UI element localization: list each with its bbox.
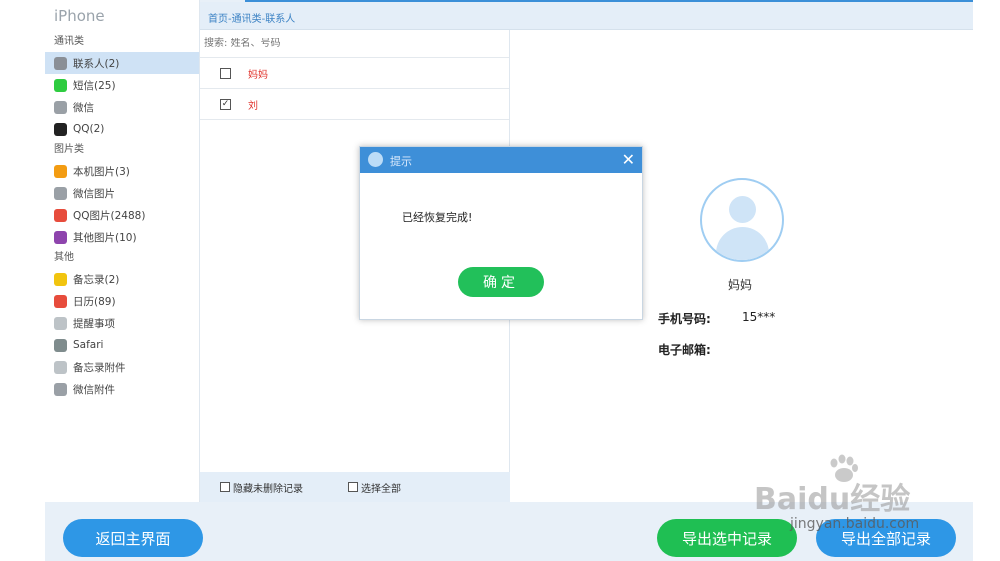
watermark-text: Baidu经验 xyxy=(754,482,911,517)
other-photos-icon xyxy=(54,230,67,244)
wechat-attachment-icon xyxy=(54,382,67,396)
breadcrumb-bar: 首页-通讯类-联系人 xyxy=(200,2,973,30)
sidebar-group-title: 图片类 xyxy=(54,144,84,155)
sidebar-item-label: 微信附件 xyxy=(73,383,115,396)
sidebar-item[interactable]: 联系人(2) xyxy=(45,52,199,74)
sidebar: iPhone 通讯类联系人(2) 短信(25) 微信 QQ(2) 图片类本机图片(3) 微… xyxy=(45,0,200,502)
sidebar-item[interactable]: 微信图片 xyxy=(45,182,199,204)
sidebar-item[interactable]: 本机图片(3) xyxy=(45,160,199,182)
sidebar-item-label: 微信图片 xyxy=(73,187,115,200)
sidebar-item[interactable]: 提醒事项 xyxy=(45,312,199,334)
sidebar-item-label: 微信 xyxy=(73,101,94,114)
sidebar-item[interactable]: Safari xyxy=(45,334,199,356)
row-checkbox[interactable] xyxy=(220,67,231,79)
photos-icon xyxy=(54,164,67,178)
sms-icon xyxy=(54,78,67,92)
sidebar-item-label: 备忘录附件 xyxy=(73,361,126,374)
avatar-head-shape xyxy=(729,196,756,223)
reminders-icon xyxy=(54,316,67,330)
dialog-titlebar: 提示 ✕ xyxy=(360,147,642,173)
breadcrumb[interactable]: 首页-通讯类-联系人 xyxy=(208,10,295,25)
sidebar-item-label: 短信(25) xyxy=(73,79,116,92)
safari-icon xyxy=(54,338,67,352)
sidebar-item-label: 本机图片(3) xyxy=(73,165,130,178)
sidebar-item-label: QQ图片(2488) xyxy=(73,209,146,222)
row-checkbox[interactable]: ✓ xyxy=(220,98,231,110)
dialog-message: 已经恢复完成! xyxy=(402,211,473,224)
sidebar-item[interactable]: QQ(2) xyxy=(45,118,199,140)
calendar-icon xyxy=(54,294,67,308)
select-all-checkbox[interactable] xyxy=(348,482,358,492)
sidebar-group-title: 通讯类 xyxy=(54,36,84,47)
sidebar-item[interactable]: 微信 xyxy=(45,96,199,118)
sidebar-item[interactable]: 备忘录(2) xyxy=(45,268,199,290)
sidebar-item[interactable]: 备忘录附件 xyxy=(45,356,199,378)
notes-attachment-icon xyxy=(54,360,67,374)
select-all-option[interactable]: 选择全部 xyxy=(348,480,401,495)
sidebar-item[interactable]: 短信(25) xyxy=(45,74,199,96)
hide-undeleted-option[interactable]: 隐藏未删除记录 xyxy=(220,480,303,495)
hide-undeleted-checkbox[interactable] xyxy=(220,482,230,492)
select-all-label: 选择全部 xyxy=(361,483,401,495)
baidu-watermark: Baidu经验 jingyan.baidu.com xyxy=(754,454,954,550)
contacts-icon xyxy=(54,56,67,70)
wechat-photos-icon xyxy=(54,186,67,200)
list-footer: 隐藏未删除记录 选择全部 xyxy=(200,472,510,502)
avatar xyxy=(700,178,784,262)
sidebar-item-label: 备忘录(2) xyxy=(73,273,120,286)
back-to-main-button[interactable]: 返回主界面 xyxy=(63,519,203,557)
sidebar-group-title: 其他 xyxy=(54,252,74,263)
sidebar-item-label: QQ(2) xyxy=(73,123,105,135)
contact-list-name: 妈妈 xyxy=(248,69,268,81)
app-logo-icon xyxy=(368,152,383,167)
qq-penguin-icon xyxy=(54,122,67,136)
contact-name: 妈妈 xyxy=(728,278,753,292)
qq-photos-icon xyxy=(54,208,67,222)
avatar-body-shape xyxy=(716,227,769,260)
sidebar-item[interactable]: 微信附件 xyxy=(45,378,199,400)
sidebar-item[interactable]: 日历(89) xyxy=(45,290,199,312)
sidebar-item-label: 其他图片(10) xyxy=(73,231,137,244)
device-title: iPhone xyxy=(54,7,105,25)
dialog-ok-button[interactable]: 确定 xyxy=(458,267,544,297)
sidebar-item-label: 日历(89) xyxy=(73,295,116,308)
phone-value: 15*** xyxy=(742,310,776,324)
dialog-title: 提示 xyxy=(390,155,412,168)
email-label: 电子邮箱: xyxy=(658,343,711,357)
search-row: 搜索: xyxy=(200,30,509,58)
contact-list-name: 刘 xyxy=(248,100,258,112)
close-icon[interactable]: ✕ xyxy=(622,150,635,169)
sidebar-item[interactable]: QQ图片(2488) xyxy=(45,204,199,226)
sidebar-item[interactable]: 其他图片(10) xyxy=(45,226,199,248)
wechat-icon xyxy=(54,100,67,114)
notice-dialog: 提示 ✕ 已经恢复完成! 确定 xyxy=(359,146,643,320)
search-label: 搜索: xyxy=(204,38,228,49)
sidebar-item-label: 提醒事项 xyxy=(73,317,115,330)
sidebar-item-label: 联系人(2) xyxy=(73,57,120,70)
sidebar-item-label: Safari xyxy=(73,339,104,351)
phone-label: 手机号码: xyxy=(658,312,711,326)
notes-icon xyxy=(54,272,67,286)
list-item[interactable]: 妈妈 xyxy=(200,58,509,89)
list-item[interactable]: ✓ 刘 xyxy=(200,89,509,120)
watermark-url: jingyan.baidu.com xyxy=(790,516,920,532)
search-input[interactable] xyxy=(230,38,431,49)
hide-undeleted-label: 隐藏未删除记录 xyxy=(233,483,303,495)
